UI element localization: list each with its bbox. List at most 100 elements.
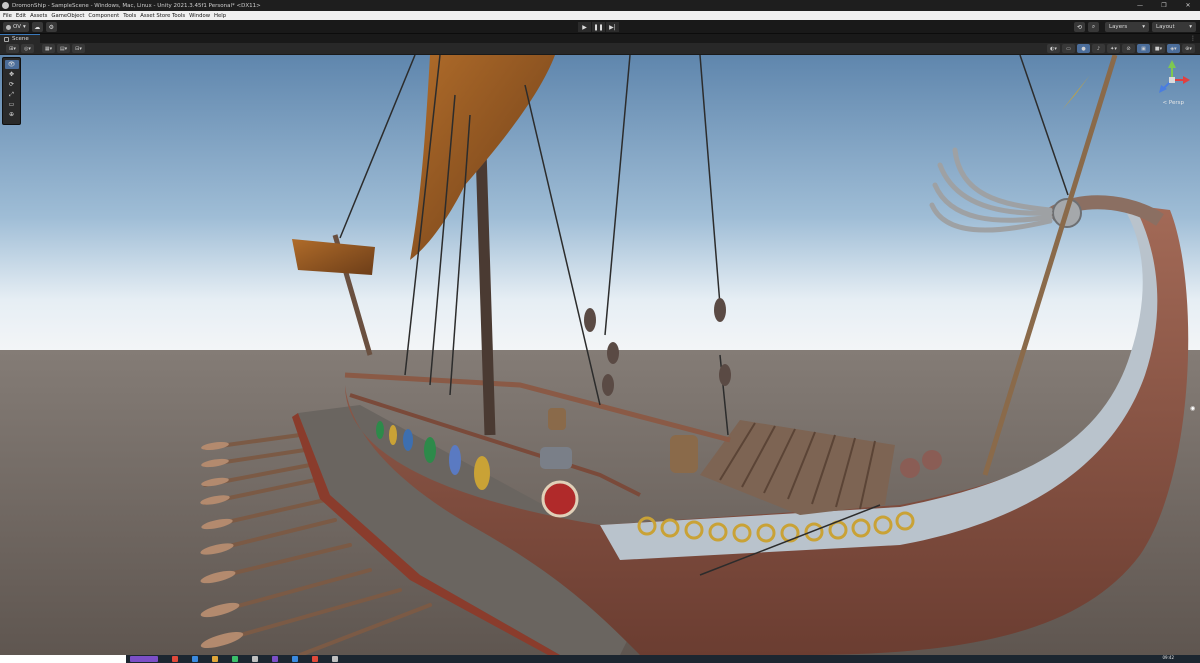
draw-mode-button[interactable]: ◐▾: [1047, 44, 1060, 53]
search-button[interactable]: ⌕: [1088, 22, 1099, 32]
menu-component[interactable]: Component: [88, 13, 119, 19]
history-button[interactable]: ⟲: [1074, 22, 1085, 32]
layout-label: Layout: [1156, 24, 1175, 30]
gizmo-y-cone: [1168, 60, 1176, 68]
pause-icon: ❚❚: [593, 23, 604, 31]
play-controls: ▶ ❚❚ ▶|: [578, 22, 620, 32]
eye-icon[interactable]: ◉: [1190, 405, 1198, 412]
audio-toggle[interactable]: ♪: [1092, 44, 1105, 53]
unity-logo-icon: [2, 2, 9, 9]
light-bulb-icon: ●: [1081, 45, 1086, 52]
rotate-tool[interactable]: ⟳: [5, 80, 19, 89]
gizmo-center: [1169, 77, 1175, 83]
taskbar-app-icon[interactable]: [312, 656, 318, 662]
menu-help[interactable]: Help: [214, 13, 226, 19]
pivot-icon: ⊞▾: [9, 45, 16, 52]
taskbar-app-icon[interactable]: [192, 656, 198, 662]
history-icon: ⟲: [1076, 23, 1083, 31]
account-icon: [6, 24, 11, 30]
camera-icon: ■▾: [1154, 45, 1163, 52]
lighting-toggle[interactable]: ●: [1077, 44, 1090, 53]
gizmos-toggle[interactable]: ◈▾: [1167, 44, 1180, 53]
overlay-menu-button[interactable]: ⊕▾: [1182, 44, 1195, 53]
2d-icon: ▭: [1066, 45, 1071, 52]
move-tool[interactable]: ✥: [5, 70, 19, 79]
hidden-objects-toggle[interactable]: ⊘: [1122, 44, 1135, 53]
scene-visibility-toggle[interactable]: ▣: [1137, 44, 1150, 53]
gizmo-x-cone: [1183, 76, 1190, 84]
scene-icon: [4, 36, 9, 42]
layers-dropdown[interactable]: Layers ▾: [1105, 22, 1149, 32]
deck-post: [900, 458, 920, 478]
maximize-button[interactable]: ❐: [1152, 0, 1176, 11]
taskbar-app-icon[interactable]: [272, 656, 278, 662]
taskbar-app-icon[interactable]: [172, 656, 178, 662]
menu-file[interactable]: File: [3, 13, 12, 19]
step-button[interactable]: ▶|: [606, 22, 620, 32]
effects-toggle[interactable]: ✦▾: [1107, 44, 1120, 53]
menu-edit[interactable]: Edit: [16, 13, 26, 19]
taskbar-app-icon[interactable]: [252, 656, 258, 662]
rect-tool[interactable]: ▭: [5, 100, 19, 109]
camera-settings-button[interactable]: ■▾: [1152, 44, 1165, 53]
sky: [0, 55, 1200, 350]
tool-handle-rotation-button[interactable]: ◎▾: [21, 44, 34, 53]
menu-window[interactable]: Window: [189, 13, 210, 19]
gear-icon: ⚙: [48, 23, 54, 31]
scale-tool[interactable]: ⤢: [5, 90, 19, 99]
visibility-icon: ⊘: [1126, 45, 1131, 52]
taskbar-app-icon[interactable]: [212, 656, 218, 662]
cloud-button[interactable]: ☁: [31, 22, 43, 32]
rect-icon: ▭: [8, 101, 15, 108]
scene-render: [0, 55, 1200, 655]
os-taskbar: 09:42: [0, 655, 1200, 663]
layout-dropdown[interactable]: Layout ▾: [1152, 22, 1196, 32]
projection-label[interactable]: < Persp: [1163, 100, 1184, 106]
close-button[interactable]: ✕: [1176, 0, 1200, 11]
taskbar-app-icon[interactable]: [332, 656, 338, 662]
pause-button[interactable]: ❚❚: [592, 22, 606, 32]
window-titlebar: DromonShip - SampleScene - Windows, Mac,…: [0, 0, 1200, 11]
chevron-down-icon: ▾: [23, 24, 26, 30]
scene-viewport[interactable]: ◉: [0, 55, 1200, 655]
scale-icon: ⤢: [9, 90, 14, 98]
search-icon: ⌕: [1091, 23, 1096, 30]
menu-gameobject[interactable]: GameObject: [51, 13, 84, 19]
settings-button[interactable]: ⚙: [45, 22, 57, 32]
more-options-icon[interactable]: ⋮: [1190, 35, 1196, 42]
taskbar-search[interactable]: [0, 655, 126, 663]
menu-tools[interactable]: Tools: [123, 13, 136, 19]
chevron-down-icon: ▾: [1189, 24, 1192, 30]
overlay-icon: ⊕▾: [1185, 45, 1192, 52]
grid-settings-button[interactable]: ▤▾: [57, 44, 70, 53]
play-icon: ▶: [582, 23, 587, 31]
move-icon: ✥: [8, 71, 15, 78]
effects-icon: ✦▾: [1110, 45, 1117, 52]
tool-handle-position-button[interactable]: ⊞▾: [6, 44, 19, 53]
step-icon: ▶|: [609, 23, 616, 31]
tool-panel: 👁 ✥ ⟳ ⤢ ▭ ⊕: [2, 57, 21, 125]
snap-increment-button[interactable]: ⊟▾: [72, 44, 85, 53]
2d-toggle[interactable]: ▭: [1062, 44, 1075, 53]
layers-label: Layers: [1109, 24, 1128, 30]
minimize-button[interactable]: —: [1128, 0, 1152, 11]
transform-tool[interactable]: ⊕: [5, 110, 19, 119]
scene-toolbar: ⊞▾ ◎▾ ▦▾ ▤▾ ⊟▾ ◐▾ ▭ ● ♪ ✦▾ ⊘ ▣ ■▾ ◈▾ ⊕▾: [0, 43, 1200, 55]
chevron-down-icon: ▾: [1142, 24, 1145, 30]
grid-snapping-button[interactable]: ▦▾: [42, 44, 55, 53]
tab-scene-label: Scene: [12, 36, 29, 42]
taskbar-app-icon[interactable]: [130, 656, 158, 662]
menu-assets[interactable]: Assets: [30, 13, 47, 19]
account-dropdown[interactable]: OV ▾: [3, 22, 29, 32]
view-tool[interactable]: 👁: [4, 60, 19, 69]
window-controls: — ❐ ✕: [1128, 0, 1200, 11]
play-button[interactable]: ▶: [578, 22, 592, 32]
tab-bar: Scene ⋮: [0, 34, 1200, 43]
tab-scene[interactable]: Scene: [0, 34, 40, 43]
window-title: DromonShip - SampleScene - Windows, Mac,…: [12, 2, 261, 9]
taskbar-app-icon[interactable]: [292, 656, 298, 662]
menu-asset-store-tools[interactable]: Asset Store Tools: [140, 13, 185, 19]
taskbar-app-icon[interactable]: [232, 656, 238, 662]
rotate-icon: ⟳: [8, 81, 15, 88]
snap-icon: ⊟▾: [75, 45, 82, 52]
